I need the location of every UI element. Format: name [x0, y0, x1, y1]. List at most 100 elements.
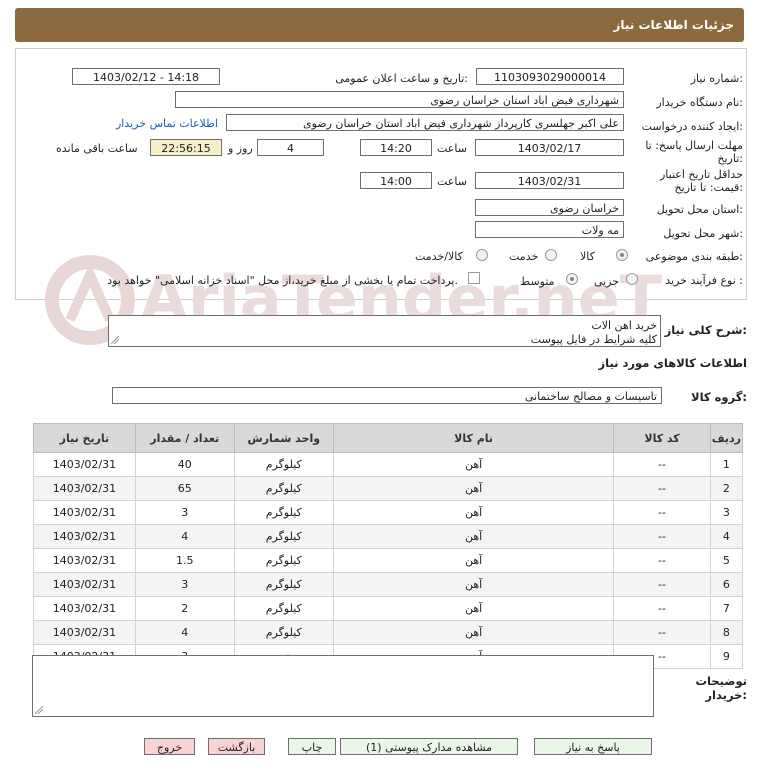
table-header-row: ردیف کد کالا نام کالا واحد شمارش تعداد /… [33, 423, 744, 453]
goods-table: ردیف کد کالا نام کالا واحد شمارش تعداد /… [33, 423, 744, 669]
qty-cell: 4 [134, 620, 235, 645]
row-number-cell: 5 [709, 548, 744, 573]
description-line-2: کلیه شرایط در فایل پیوست [530, 333, 657, 346]
deadline-time-label: ساعت [437, 142, 467, 155]
table-row[interactable]: 1 -- آهن کیلوگرم 40 1403/02/31 [33, 452, 744, 477]
name-cell: آهن [332, 620, 615, 645]
buyer-notes-label-line2: خریدار: [705, 688, 747, 702]
treasury-payment-checkbox[interactable] [468, 272, 480, 284]
province-field[interactable]: خراسان رضوی [475, 199, 624, 216]
code-cell: -- [613, 500, 711, 525]
table-row[interactable]: 8 -- آهن کیلوگرم 4 1403/02/31 [33, 620, 744, 645]
deadline-date-field[interactable]: 1403/02/17 [475, 139, 624, 156]
date-cell: 1403/02/31 [33, 524, 136, 549]
reply-button[interactable]: پاسخ به نیاز [534, 738, 652, 755]
table-row[interactable]: 7 -- آهن کیلوگرم 2 1403/02/31 [33, 596, 744, 621]
buyer-notes-textarea[interactable] [32, 655, 654, 717]
purchase-option-medium: متوسط [520, 275, 555, 288]
validity-time-label: ساعت [437, 175, 467, 188]
deadline-label-line1: مهلت ارسال پاسخ: تا [645, 139, 743, 152]
purchase-radio-minor[interactable] [626, 273, 638, 285]
description-label: شرح کلی نیاز: [664, 323, 747, 337]
city-label: شهر محل تحویل: [663, 227, 743, 240]
category-radio-service[interactable] [545, 249, 557, 261]
category-label: طبقه بندی موضوعی: [645, 250, 743, 263]
table-row[interactable]: 2 -- آهن کیلوگرم 65 1403/02/31 [33, 476, 744, 501]
buyer-org-field[interactable]: شهرداری فیض اباد استان خراسان رضوی [175, 91, 624, 108]
name-cell: آهن [332, 572, 615, 597]
purchase-radio-medium[interactable] [566, 273, 578, 285]
buyer-org-label: نام دستگاه خریدار: [656, 96, 743, 109]
table-row[interactable]: 3 -- آهن کیلوگرم 3 1403/02/31 [33, 500, 744, 525]
qty-cell: 65 [134, 476, 235, 501]
deadline-time-field[interactable]: 14:20 [360, 139, 432, 156]
view-attachments-button[interactable]: مشاهده مدارک پیوستی (1) [340, 738, 518, 755]
category-radio-goods-service[interactable] [476, 249, 488, 261]
purchase-option-minor: جزیی [594, 275, 620, 288]
back-button[interactable]: بازگشت [208, 738, 265, 755]
name-cell: آهن [332, 476, 615, 501]
code-cell: -- [613, 548, 711, 573]
date-cell: 1403/02/31 [33, 476, 136, 501]
date-cell: 1403/02/31 [33, 500, 136, 525]
col-row-header: ردیف [709, 423, 744, 453]
qty-cell: 4 [134, 524, 235, 549]
unit-cell: کیلوگرم [233, 500, 334, 525]
need-number-label: شماره نیاز: [690, 72, 743, 85]
contact-info-link[interactable]: اطلاعات تماس خریدار [116, 117, 218, 130]
date-cell: 1403/02/31 [33, 548, 136, 573]
col-qty-header: تعداد / مقدار [134, 423, 235, 453]
name-cell: آهن [332, 548, 615, 573]
city-field[interactable]: مه ولات [475, 221, 624, 238]
province-label: استان محل تحویل: [656, 203, 743, 216]
resize-handle-icon[interactable] [111, 336, 119, 344]
validity-label-line2: قیمت: تا تاریخ: [674, 181, 743, 194]
remaining-time-label: ساعت باقی مانده [56, 142, 138, 155]
need-number-field[interactable]: 1103093029000014 [476, 68, 624, 85]
date-cell: 1403/02/31 [33, 572, 136, 597]
exit-button[interactable]: خروج [144, 738, 195, 755]
date-cell: 1403/02/31 [33, 452, 136, 477]
table-row[interactable]: 5 -- آهن کیلوگرم 1.5 1403/02/31 [33, 548, 744, 573]
row-number-cell: 8 [709, 620, 744, 645]
table-row[interactable]: 4 -- آهن کیلوگرم 4 1403/02/31 [33, 524, 744, 549]
unit-cell: کیلوگرم [233, 596, 334, 621]
print-button[interactable]: چاپ [288, 738, 336, 755]
creator-field[interactable]: علی اکبر جهلسری کارپرداز شهرداری فیض ابا… [226, 114, 624, 131]
unit-cell: کیلوگرم [233, 572, 334, 597]
category-option-goods: کالا [580, 250, 595, 263]
code-cell: -- [613, 452, 711, 477]
code-cell: -- [613, 620, 711, 645]
code-cell: -- [613, 596, 711, 621]
validity-date-field[interactable]: 1403/02/31 [475, 172, 624, 189]
name-cell: آهن [332, 500, 615, 525]
resize-handle-icon[interactable] [35, 706, 43, 714]
row-number-cell: 2 [709, 476, 744, 501]
days-field[interactable]: 4 [257, 139, 324, 156]
col-date-header: تاریخ نیاز [33, 423, 136, 453]
row-number-cell: 3 [709, 500, 744, 525]
purchase-type-label: نوع فرآیند خرید : [665, 274, 743, 287]
qty-cell: 2 [134, 596, 235, 621]
qty-cell: 40 [134, 452, 235, 477]
deadline-label-line2: تاریخ: [717, 152, 743, 165]
unit-cell: کیلوگرم [233, 476, 334, 501]
category-radio-goods[interactable] [616, 249, 628, 261]
table-row[interactable]: 6 -- آهن کیلوگرم 3 1403/02/31 [33, 572, 744, 597]
page-header: جزئیات اطلاعات نیاز [15, 8, 744, 42]
date-cell: 1403/02/31 [33, 596, 136, 621]
remaining-time-field: 22:56:15 [150, 139, 222, 156]
goods-group-field[interactable]: تاسیسات و مصالح ساختمانی [112, 387, 662, 404]
buyer-notes-label-line1: توضیحات [695, 674, 748, 688]
treasury-payment-note: پرداخت تمام یا بخشی از مبلغ خرید،از محل … [107, 274, 458, 287]
qty-cell: 1.5 [134, 548, 235, 573]
qty-cell: 3 [134, 500, 235, 525]
name-cell: آهن [332, 524, 615, 549]
announce-field[interactable]: 1403/02/12 - 14:18 [72, 68, 220, 85]
col-code-header: کد کالا [613, 423, 711, 453]
validity-time-field[interactable]: 14:00 [360, 172, 432, 189]
description-textarea[interactable]: خرید اهن الات کلیه شرایط در فایل پیوست [108, 315, 661, 347]
name-cell: آهن [332, 596, 615, 621]
name-cell: آهن [332, 452, 615, 477]
goods-group-label: گروه کالا: [691, 390, 747, 404]
